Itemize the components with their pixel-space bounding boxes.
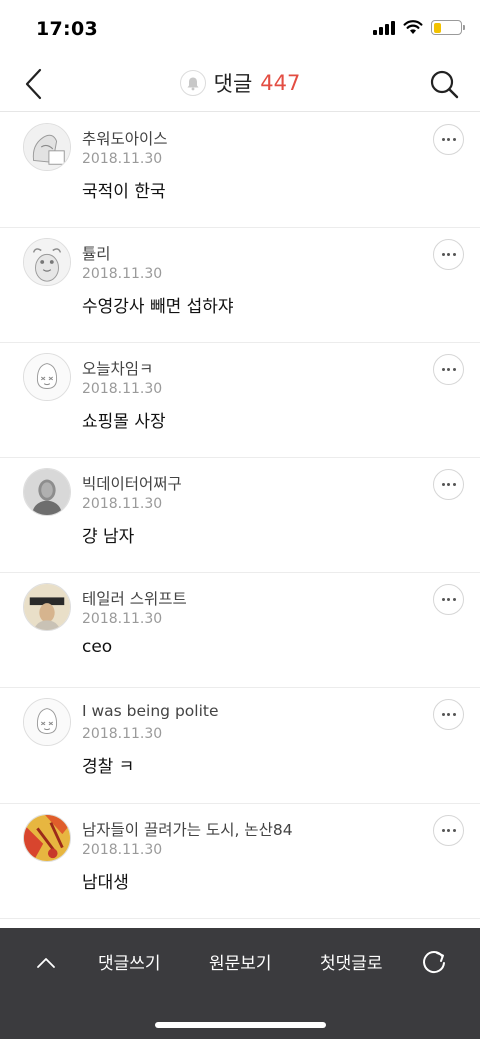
more-options-button[interactable] bbox=[433, 469, 464, 500]
more-options-button[interactable] bbox=[433, 354, 464, 385]
comment-item: I was being polite 2018.11.30 경찰 ㅋ bbox=[0, 688, 480, 804]
avatar-image bbox=[24, 469, 70, 515]
more-options-button[interactable] bbox=[433, 815, 464, 846]
refresh-button[interactable] bbox=[420, 947, 448, 977]
wifi-icon bbox=[403, 20, 423, 34]
status-time: 17:03 bbox=[36, 18, 98, 40]
avatar[interactable] bbox=[23, 353, 71, 401]
chevron-up-icon bbox=[37, 958, 55, 968]
comment-date: 2018.11.30 bbox=[82, 496, 163, 512]
more-options-button[interactable] bbox=[433, 239, 464, 270]
bottom-action-bar: 댓글쓰기 원문보기 첫댓글로 bbox=[0, 928, 480, 1039]
comment-author[interactable]: 튤리 bbox=[82, 242, 111, 264]
avatar[interactable] bbox=[23, 814, 71, 862]
comment-author[interactable]: 빅데이터어쩌구 bbox=[82, 472, 182, 494]
view-original-button[interactable]: 원문보기 bbox=[209, 949, 272, 974]
comment-author[interactable]: I was being polite bbox=[82, 702, 219, 720]
avatar-image bbox=[24, 124, 70, 170]
comment-item: 추워도아이스 2018.11.30 국적이 한국 bbox=[0, 113, 480, 228]
more-icon bbox=[441, 598, 445, 601]
more-options-button[interactable] bbox=[433, 124, 464, 155]
nav-bar: 댓글 447 bbox=[0, 58, 480, 112]
comment-item: 테일러 스위프트 2018.11.30 ceo bbox=[0, 573, 480, 688]
comment-text: 수영강사 빼면 섭하쟈 bbox=[82, 297, 234, 317]
comment-count: 447 bbox=[260, 71, 301, 95]
comment-author[interactable]: 테일러 스위프트 bbox=[82, 587, 187, 609]
avatar-image bbox=[24, 815, 70, 861]
comment-item: 튤리 2018.11.30 수영강사 빼면 섭하쟈 bbox=[0, 228, 480, 343]
page-title-label: 댓글 bbox=[213, 72, 253, 96]
comment-author[interactable]: 오늘차임ㅋ bbox=[82, 357, 153, 379]
search-icon bbox=[430, 70, 459, 99]
battery-icon bbox=[431, 20, 465, 35]
comment-author[interactable]: 추워도아이스 bbox=[82, 127, 168, 149]
avatar-image bbox=[24, 239, 70, 285]
comment-text: 걍 남자 bbox=[82, 527, 135, 547]
comment-text: 남대생 bbox=[82, 873, 129, 893]
comment-date: 2018.11.30 bbox=[82, 611, 163, 627]
comment-date: 2018.11.30 bbox=[82, 266, 163, 282]
more-icon bbox=[441, 253, 445, 256]
more-icon bbox=[441, 138, 445, 141]
more-icon bbox=[441, 713, 445, 716]
more-icon bbox=[441, 483, 445, 486]
avatar[interactable] bbox=[23, 698, 71, 746]
comment-author[interactable]: 남자들이 끌려가는 도시, 논산84 bbox=[82, 818, 293, 840]
avatar[interactable] bbox=[23, 583, 71, 631]
status-bar: 17:03 bbox=[0, 0, 480, 58]
avatar-image bbox=[24, 699, 70, 745]
search-button[interactable] bbox=[426, 64, 462, 104]
page-title: 댓글 447 bbox=[0, 68, 480, 98]
comment-list: 추워도아이스 2018.11.30 국적이 한국 튤리 2018.11.30 수… bbox=[0, 113, 480, 983]
avatar[interactable] bbox=[23, 238, 71, 286]
comment-text: 쇼핑몰 사장 bbox=[82, 412, 166, 432]
comment-text: 국적이 한국 bbox=[82, 182, 166, 202]
comment-date: 2018.11.30 bbox=[82, 381, 163, 397]
home-indicator[interactable] bbox=[155, 1022, 326, 1028]
cellular-signal-icon bbox=[373, 20, 395, 35]
comment-text: ceo bbox=[82, 637, 113, 657]
scroll-top-button[interactable] bbox=[33, 950, 59, 976]
comment-item: 빅데이터어쩌구 2018.11.30 걍 남자 bbox=[0, 458, 480, 573]
avatar[interactable] bbox=[23, 123, 71, 171]
write-comment-button[interactable]: 댓글쓰기 bbox=[98, 949, 161, 974]
bell-icon bbox=[187, 77, 199, 90]
comment-date: 2018.11.30 bbox=[82, 726, 163, 742]
more-options-button[interactable] bbox=[433, 584, 464, 615]
comment-text: 경찰 ㅋ bbox=[82, 757, 135, 777]
comment-date: 2018.11.30 bbox=[82, 151, 163, 167]
avatar[interactable] bbox=[23, 468, 71, 516]
refresh-icon bbox=[423, 951, 445, 974]
avatar-image bbox=[24, 354, 70, 400]
avatar-image bbox=[24, 584, 70, 630]
more-icon bbox=[441, 829, 445, 832]
battery-level bbox=[433, 22, 442, 33]
notification-toggle[interactable] bbox=[179, 70, 206, 96]
status-icons bbox=[373, 20, 465, 35]
comment-item: 오늘차임ㅋ 2018.11.30 쇼핑몰 사장 bbox=[0, 343, 480, 458]
more-icon bbox=[441, 368, 445, 371]
first-comment-button[interactable]: 첫댓글로 bbox=[320, 949, 383, 974]
more-options-button[interactable] bbox=[433, 699, 464, 730]
comment-item: 남자들이 끌려가는 도시, 논산84 2018.11.30 남대생 bbox=[0, 804, 480, 919]
comment-date: 2018.11.30 bbox=[82, 842, 163, 858]
